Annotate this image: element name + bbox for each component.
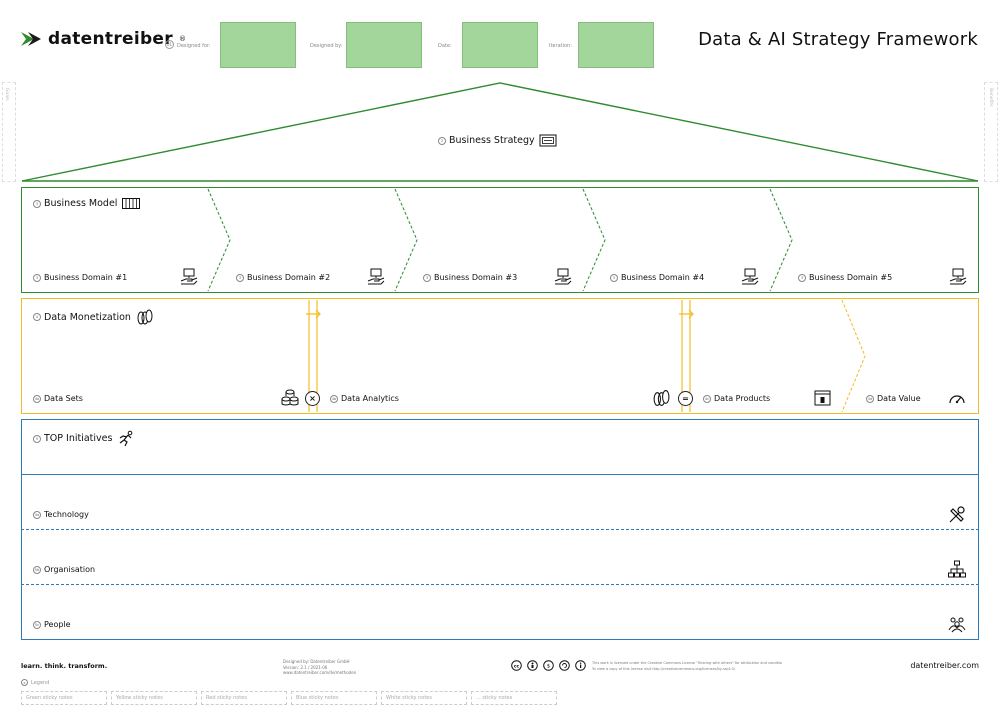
business-model-dividers: [207, 188, 793, 292]
product-box-icon: [814, 390, 831, 406]
marker: 3: [33, 273, 41, 282]
technology-title: Technology: [44, 510, 89, 519]
technology-divider: [21, 529, 979, 530]
data-value-label: 4d Data Value: [866, 394, 921, 403]
business-domain-5-title: Business Domain #5: [809, 273, 893, 282]
legend-title: Legend: [31, 679, 50, 686]
people-icon: [948, 617, 966, 633]
organisation-label: 5b Organisation: [33, 565, 95, 574]
data-analytics-label: 4b Data Analytics: [330, 394, 399, 403]
license-line: This work is licensed under the Creative…: [592, 661, 782, 665]
marker: 4a: [33, 394, 41, 403]
footer-tagline: learn. think. transform.: [21, 662, 108, 670]
business-domain-3-label: 3 Business Domain #3: [423, 273, 517, 282]
coins-icon: [653, 390, 670, 406]
noncommercial-icon: $: [543, 660, 554, 671]
business-model-label: 3 Business Model: [33, 198, 141, 209]
marker: 5c: [33, 620, 41, 629]
people-label: 5c People: [33, 620, 71, 629]
marker: 5a: [33, 510, 41, 519]
organisation-title: Organisation: [44, 565, 96, 574]
marker: 4b: [330, 394, 338, 403]
business-domain-4-label: 3 Business Domain #4: [610, 273, 704, 282]
data-monetization-label: 4 Data Monetization: [33, 309, 153, 325]
footer-credits: Designed by: Datentreiber GmbH Version: …: [283, 659, 356, 676]
marker: 3: [33, 199, 41, 208]
credits-line: Designed by: Datentreiber GmbH: [283, 659, 350, 664]
data-sets-title: Data Sets: [44, 394, 83, 403]
legend-item-red[interactable]: Red sticky notes: [201, 691, 287, 705]
business-model-title: Business Model: [44, 198, 118, 209]
license-line: To view a copy of this license visit htt…: [592, 666, 735, 671]
legend-item-white[interactable]: White sticky notes: [381, 691, 467, 705]
cc-icon: cc: [511, 660, 522, 671]
top-initiatives-label: 5 TOP Initiatives: [33, 430, 134, 447]
org-chart-icon: [948, 560, 966, 578]
data-monetization-title: Data Monetization: [44, 311, 131, 323]
business-domain-3-title: Business Domain #3: [434, 273, 518, 282]
tools-icon: [949, 506, 965, 523]
data-products-label: 4c Data Products: [703, 394, 770, 403]
business-domain-4-title: Business Domain #4: [621, 273, 705, 282]
info-icon: [575, 660, 586, 671]
technology-label: 5a Technology: [33, 510, 89, 519]
marker: 4c: [703, 394, 711, 403]
svg-text:cc: cc: [514, 665, 520, 670]
data-products-title: Data Products: [714, 394, 771, 403]
legend-item-other[interactable]: ... sticky notes: [471, 691, 557, 705]
top-initiatives-title: TOP Initiatives: [44, 433, 113, 444]
multiply-operator: ×: [305, 391, 320, 406]
business-domain-5-label: 3 Business Domain #5: [798, 273, 892, 282]
data-sets-label: 4a Data Sets: [33, 394, 83, 403]
license-text: This work is licensed under the Creative…: [592, 661, 782, 672]
attribution-icon: [527, 660, 538, 671]
initiatives-divider: [21, 474, 979, 475]
marker: 3: [236, 273, 244, 282]
runner-icon: [120, 430, 133, 447]
people-title: People: [44, 620, 71, 629]
data-value-title: Data Value: [877, 394, 921, 403]
sharealike-icon: [559, 660, 570, 671]
credits-line: www.datentreiber.com/de/methoden: [283, 670, 357, 675]
coins-icon: [137, 309, 153, 325]
legend-item-green[interactable]: Green sticky notes: [21, 691, 107, 705]
keyboard-icon: [122, 198, 141, 209]
legend-item-yellow[interactable]: Yellow sticky notes: [111, 691, 197, 705]
database-stack-icon: [281, 389, 299, 406]
organisation-divider: [21, 584, 979, 585]
legend-header: 6 Legend: [21, 679, 49, 686]
marker: 5b: [33, 565, 41, 574]
marker: 3: [798, 273, 806, 282]
license-icons: cc $: [511, 660, 586, 671]
svg-text:$: $: [547, 664, 550, 670]
domain-service-icon: [949, 268, 967, 285]
business-domain-1-label: 3 Business Domain #1: [33, 273, 127, 282]
marker: 4d: [866, 394, 874, 403]
data-analytics-title: Data Analytics: [341, 394, 399, 403]
marker: 4: [33, 313, 41, 321]
marker: 6: [21, 679, 28, 686]
marker: 5: [33, 434, 41, 443]
domain-service-icon: [554, 268, 572, 285]
legend-item-blue[interactable]: Blue sticky notes: [291, 691, 377, 705]
domain-service-icon: [741, 268, 759, 285]
marker: 3: [610, 273, 618, 282]
equals-operator: =: [678, 391, 693, 406]
business-domain-1-title: Business Domain #1: [44, 273, 128, 282]
business-domain-2-title: Business Domain #2: [247, 273, 331, 282]
marker: 3: [423, 273, 431, 282]
footer-url[interactable]: datentreiber.com: [910, 661, 979, 670]
gauge-icon: [949, 395, 965, 404]
domain-service-icon: [180, 268, 198, 285]
business-domain-2-label: 3 Business Domain #2: [236, 273, 330, 282]
domain-service-icon: [367, 268, 385, 285]
